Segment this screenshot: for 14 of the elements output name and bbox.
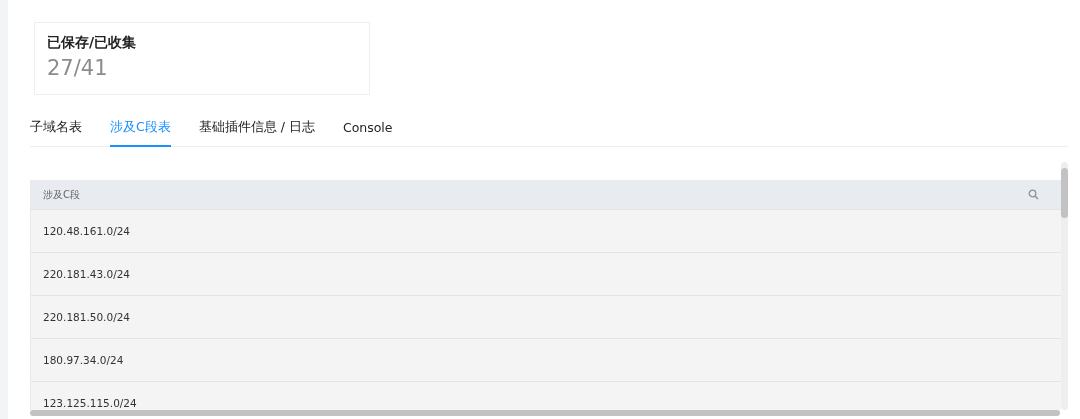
stat-value: 27/41 <box>47 56 109 80</box>
table-cell: 180.97.34.0/24 <box>43 354 124 366</box>
tab[interactable]: Console <box>342 117 393 147</box>
horizontal-scrollbar[interactable] <box>30 410 1060 416</box>
tab[interactable]: 基础插件信息 / 日志 <box>198 117 315 147</box>
tab[interactable]: 子域名表 <box>30 117 82 147</box>
search-icon[interactable] <box>1028 189 1039 200</box>
column-header: 涉及C段 <box>43 187 80 202</box>
stat-label: 已保存/已收集 <box>47 34 138 52</box>
table-cell: 220.181.43.0/24 <box>43 268 131 280</box>
vertical-scrollbar[interactable] <box>1061 162 1068 410</box>
table-cell: 220.181.50.0/24 <box>43 311 131 323</box>
table-cell: 120.48.161.0/24 <box>43 225 131 237</box>
table-cell: 123.125.115.0/24 <box>43 397 137 409</box>
